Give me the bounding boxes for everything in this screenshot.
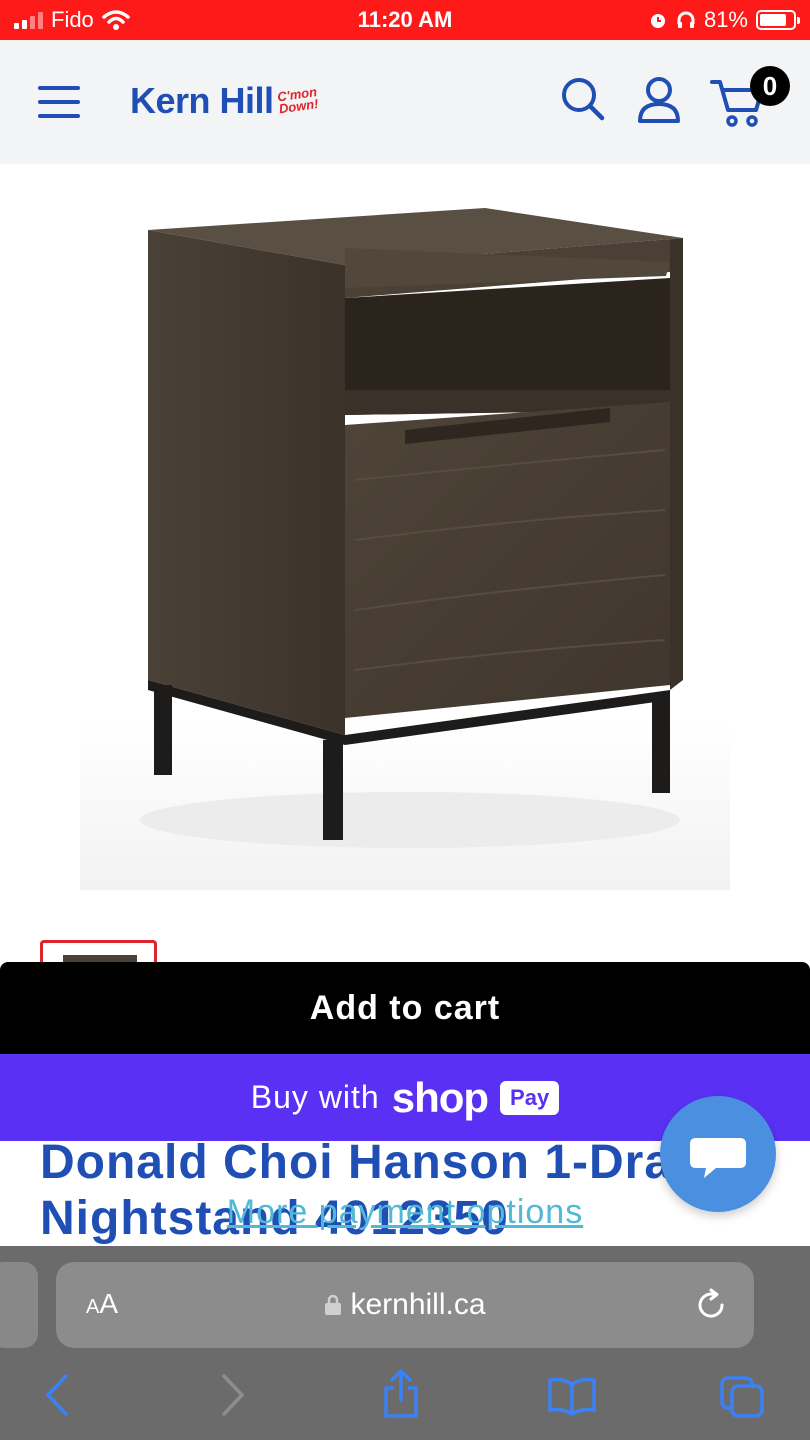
site-header: Kern Hill C'mon Down! 0	[0, 40, 810, 164]
menu-icon[interactable]	[38, 86, 80, 120]
shop-logo: shop	[391, 1073, 489, 1121]
add-to-cart-button[interactable]: Add to cart	[0, 962, 810, 1054]
search-icon[interactable]	[560, 76, 606, 122]
product-image[interactable]	[80, 180, 730, 890]
browser-toolbar: AA kernhill.ca	[0, 1246, 810, 1440]
address-bar[interactable]: AA kernhill.ca	[56, 1262, 754, 1348]
alarm-icon	[650, 14, 665, 28]
chat-button[interactable]	[660, 1096, 776, 1212]
lock-icon	[325, 1294, 342, 1315]
brand-name: Kern Hill	[130, 80, 274, 121]
nightstand-illustration	[80, 208, 730, 890]
headphones-icon	[677, 11, 695, 28]
share-icon[interactable]	[380, 1368, 422, 1420]
account-icon[interactable]	[636, 76, 682, 124]
url-text: kernhill.ca	[350, 1288, 486, 1321]
buy-with-label: Buy with	[250, 1079, 380, 1115]
battery-icon	[756, 10, 800, 30]
pay-badge: Pay	[500, 1080, 560, 1115]
tabs-icon[interactable]	[718, 1374, 766, 1420]
status-bar: Fido 11:20 AM 81%	[0, 0, 810, 40]
bookmarks-icon[interactable]	[546, 1376, 598, 1416]
url-display[interactable]: kernhill.ca	[56, 1288, 754, 1322]
reload-icon[interactable]	[694, 1288, 728, 1322]
cart-count-badge[interactable]: 0	[750, 66, 790, 106]
logo[interactable]: Kern Hill C'mon Down!	[130, 80, 328, 122]
chat-bubble-icon	[690, 1138, 746, 1178]
previous-tab[interactable]	[0, 1262, 38, 1348]
thumbnail-selected[interactable]	[40, 940, 157, 963]
status-right: 81%	[648, 7, 800, 33]
back-icon[interactable]	[42, 1372, 72, 1418]
brand-tagline: C'mon Down!	[275, 84, 319, 117]
screen: Fido 11:20 AM 81% Kern Hill C'mon Down!	[0, 0, 810, 1440]
battery-percent: 81%	[703, 7, 748, 32]
forward-icon[interactable]	[218, 1372, 248, 1418]
